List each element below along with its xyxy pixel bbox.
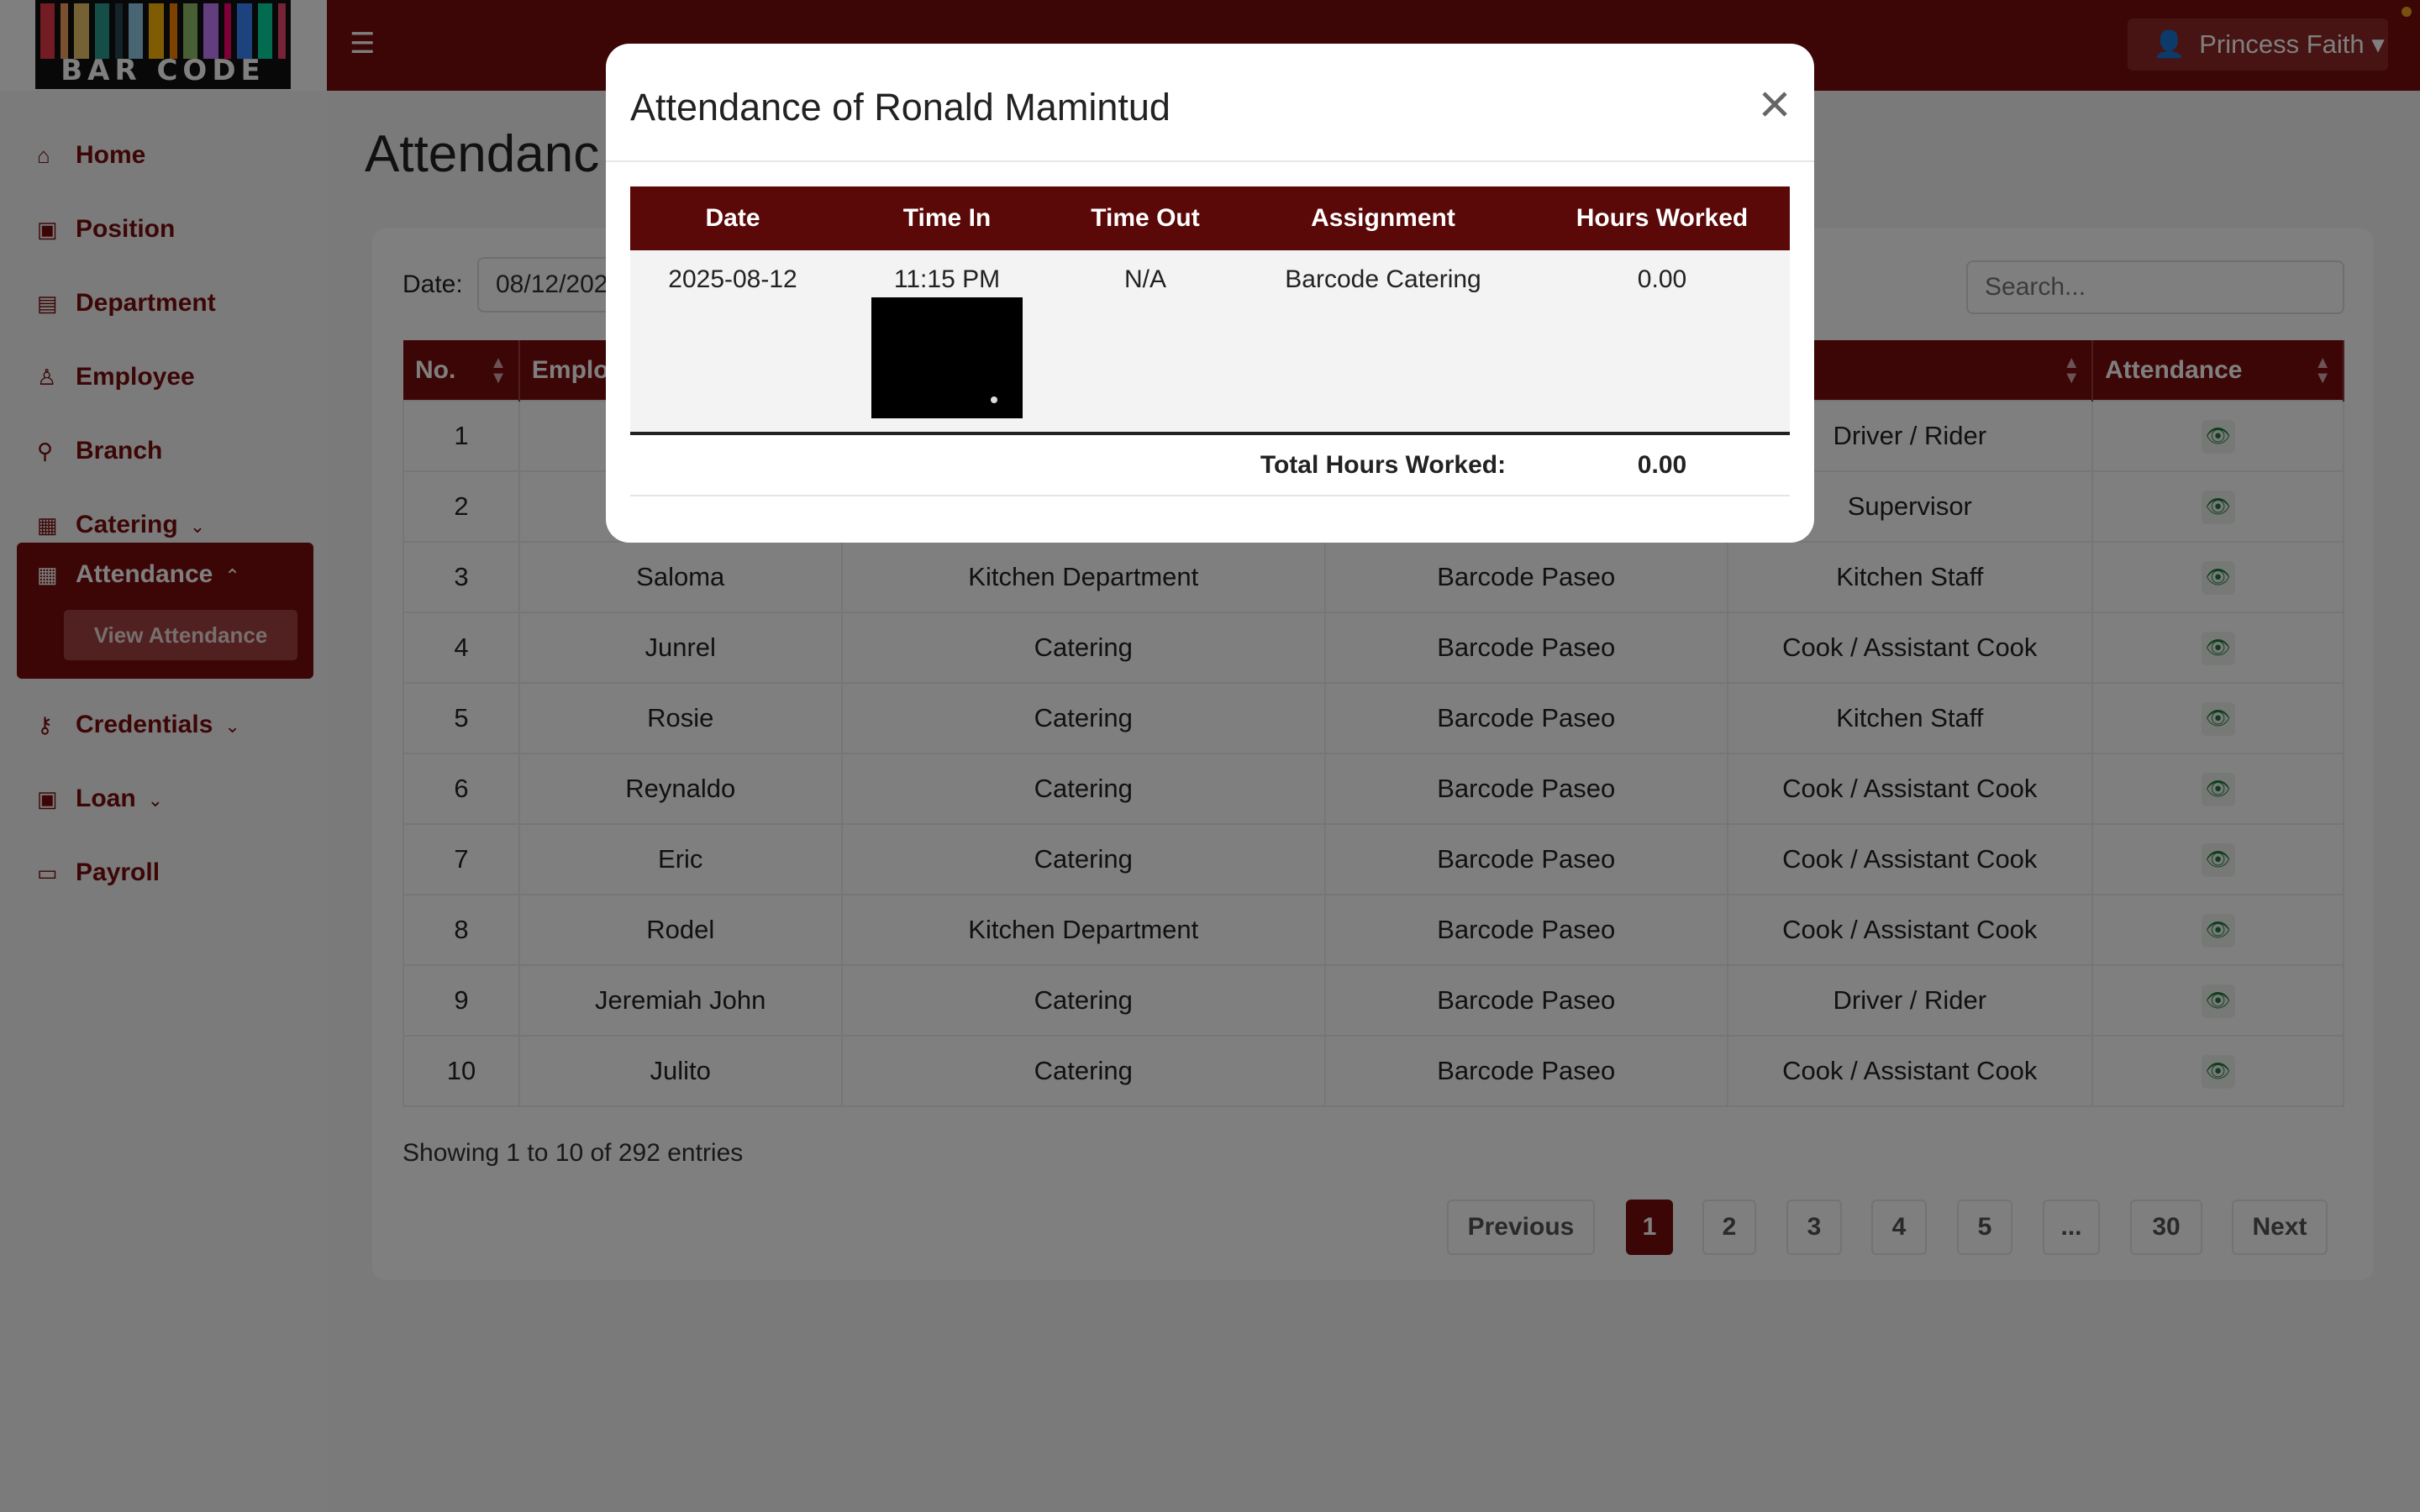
- attendance-row: 2025-08-12 11:15 PM N/A Barcode Catering…: [630, 250, 1790, 435]
- cell-date: 2025-08-12: [630, 250, 835, 435]
- close-icon[interactable]: ×: [1749, 76, 1801, 131]
- column-header-assignment: Assignment: [1232, 186, 1534, 250]
- app: BAR CODE ☰ 👤 Princess Faith ▾ ⌂Home ▣Pos…: [0, 0, 2420, 1512]
- cell-assignment: Barcode Catering: [1232, 250, 1534, 435]
- cell-hours: 0.00: [1534, 250, 1790, 435]
- photo-glint: [991, 396, 997, 403]
- total-row: Total Hours Worked: 0.00: [630, 433, 1790, 496]
- capture-photo[interactable]: [871, 297, 1023, 418]
- column-header-hours-worked: Hours Worked: [1534, 186, 1790, 250]
- modal-divider: [606, 160, 1814, 162]
- column-header-date: Date: [630, 186, 835, 250]
- attendance-table: Date Time In Time Out Assignment Hours W…: [630, 186, 1790, 496]
- column-header-time-in: Time In: [835, 186, 1059, 250]
- total-spacer: [630, 433, 1232, 496]
- cell-time-in: 11:15 PM: [835, 250, 1059, 435]
- total-label: Total Hours Worked:: [1232, 433, 1534, 496]
- total-value: 0.00: [1534, 433, 1790, 496]
- column-header-time-out: Time Out: [1059, 186, 1232, 250]
- modal-title: Attendance of Ronald Mamintud: [630, 86, 1171, 129]
- attendance-header-row: Date Time In Time Out Assignment Hours W…: [630, 186, 1790, 250]
- attendance-modal: Attendance of Ronald Mamintud × Date Tim…: [606, 44, 1814, 543]
- time-in-value: 11:15 PM: [893, 265, 1001, 293]
- cell-time-out: N/A: [1059, 250, 1232, 435]
